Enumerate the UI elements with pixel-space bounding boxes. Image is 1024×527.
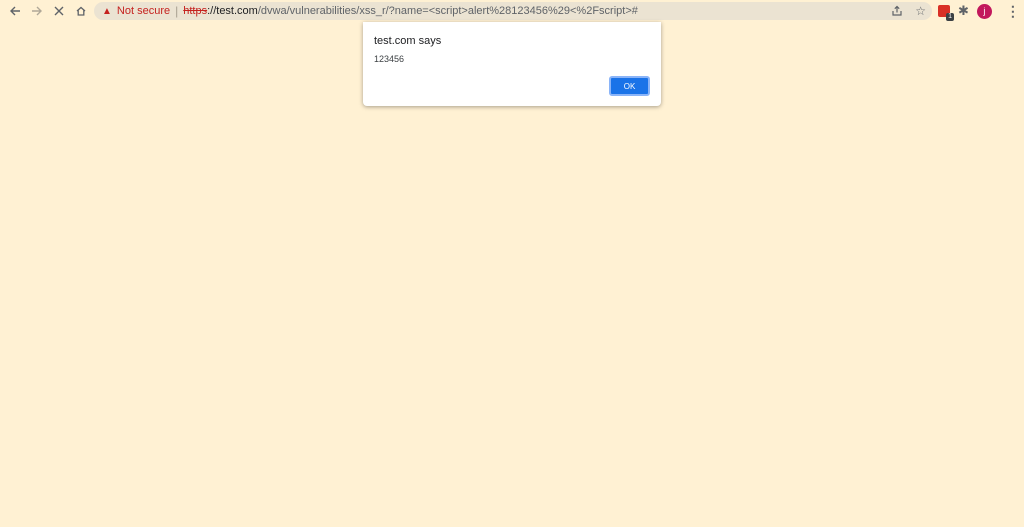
url-scheme: https <box>183 5 208 17</box>
stop-button[interactable] <box>48 0 70 22</box>
close-icon <box>54 6 64 16</box>
star-icon[interactable]: ☆ <box>915 4 926 18</box>
more-menu-icon[interactable]: ⋮ <box>1006 3 1020 20</box>
warning-icon[interactable]: ▲ <box>102 6 112 17</box>
home-button[interactable] <box>70 0 92 22</box>
omnibox-separator: | <box>175 4 179 18</box>
url-host: ://test.com <box>207 5 258 17</box>
arrow-right-icon <box>32 6 42 16</box>
url-path: /dvwa/vulnerabilities/xss_r/?name=<scrip… <box>257 5 638 17</box>
avatar[interactable]: j <box>976 3 992 19</box>
dialog-title: test.com says <box>374 35 442 47</box>
puzzle-icon[interactable]: ✱ <box>958 3 969 19</box>
alert-dialog: test.com says 123456 OK <box>363 22 661 106</box>
browser-toolbar: ▲ Not secure | https ://test.com /dvwa/v… <box>0 0 1024 22</box>
back-button[interactable] <box>4 0 26 22</box>
ok-button[interactable]: OK <box>609 76 650 96</box>
forward-button[interactable] <box>26 0 48 22</box>
address-bar[interactable]: ▲ Not secure | https ://test.com /dvwa/v… <box>94 2 932 20</box>
extension-icon[interactable]: 1 <box>938 5 954 21</box>
arrow-left-icon <box>10 6 20 16</box>
not-secure-label[interactable]: Not secure <box>117 5 170 17</box>
share-icon[interactable] <box>891 5 903 17</box>
dialog-message: 123456 <box>374 54 405 64</box>
extension-badge: 1 <box>946 13 954 21</box>
home-icon <box>76 6 86 16</box>
extensions-area: 1 ✱ j ⋮ <box>938 2 1020 21</box>
omnibox-actions: ☆ <box>891 2 926 20</box>
